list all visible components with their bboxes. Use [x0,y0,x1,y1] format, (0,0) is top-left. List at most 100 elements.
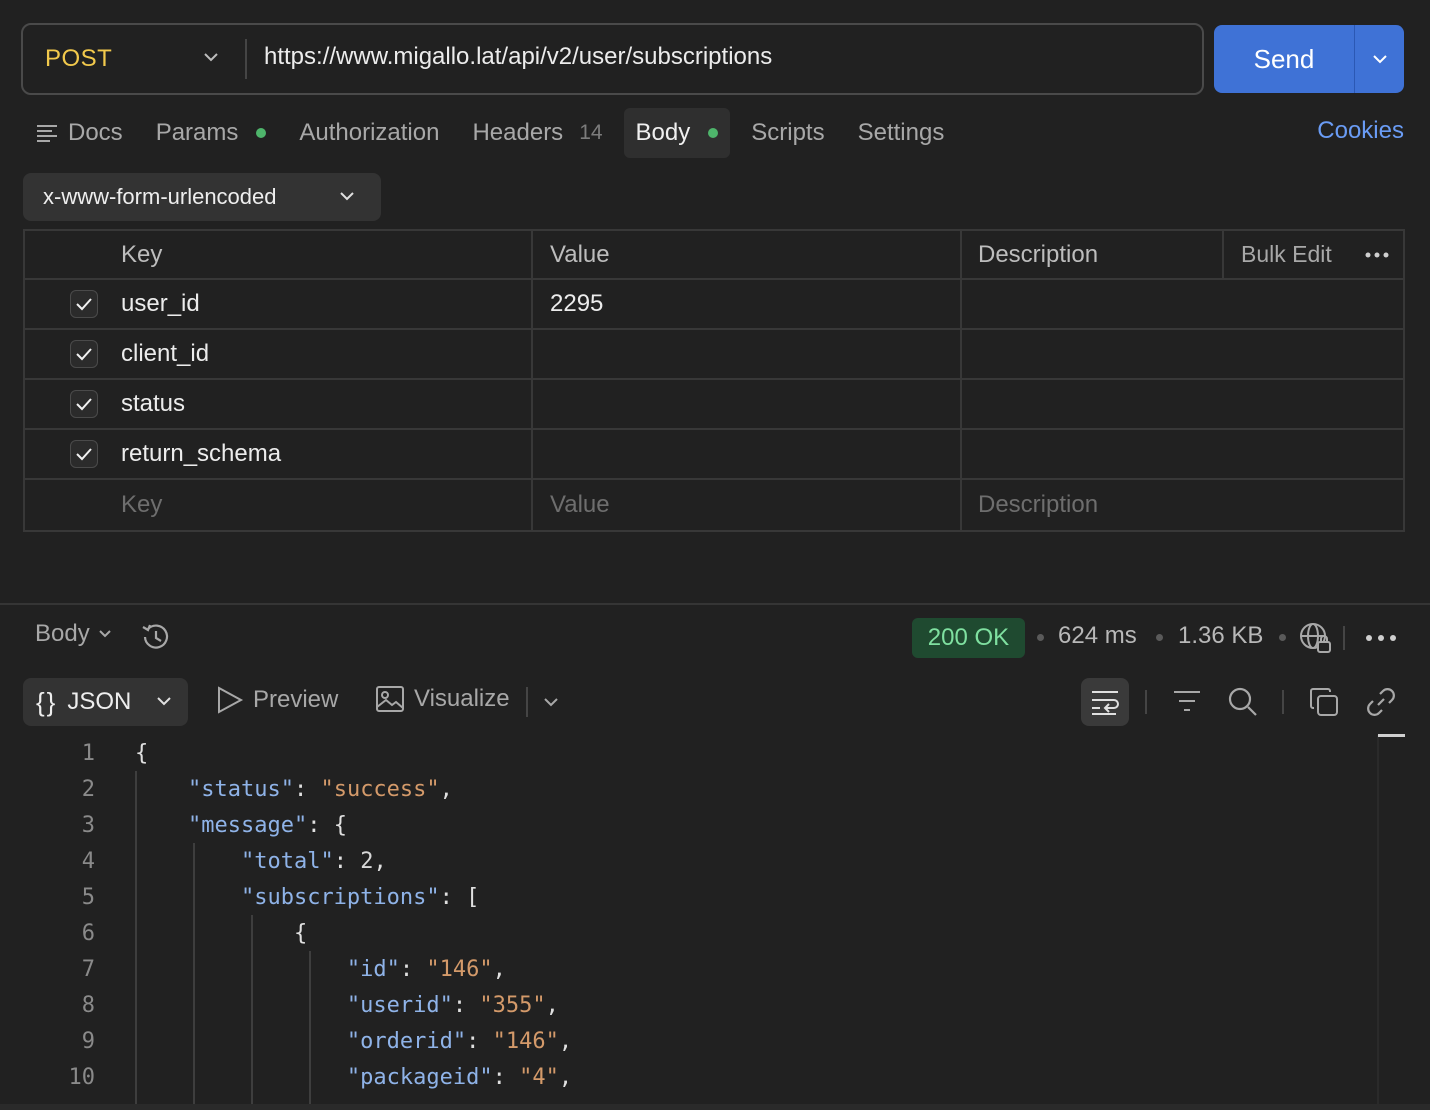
wrap-lines-button[interactable] [1081,678,1129,726]
scrollbar-thumb[interactable] [1378,734,1405,737]
json-punctuation: , [439,776,453,802]
json-punctuation: : [492,1064,520,1090]
description-cell[interactable] [962,430,1403,478]
json-punctuation: , [545,992,559,1018]
tab-docs[interactable]: Docs [24,108,135,158]
response-body-select[interactable]: Body [35,620,112,648]
code-text: "orderid": "146", [95,1029,572,1054]
tab-body[interactable]: Body [623,108,731,158]
status-dot [256,128,267,138]
link-icon[interactable] [1365,686,1397,718]
description-header: Description [962,231,1224,278]
line-number: 2 [81,776,95,802]
send-options-button[interactable] [1355,25,1404,93]
check-cell [25,280,121,328]
key-placeholder[interactable]: Key [121,480,533,530]
line-number: 4 [81,848,95,874]
line-number: 7 [81,956,95,982]
globe-lock-icon[interactable] [1298,621,1332,655]
preview-button[interactable]: Preview [216,685,338,715]
bulk-edit-button[interactable]: Bulk Edit [1241,241,1332,268]
method-select[interactable]: POST [23,25,245,93]
tab-headers[interactable]: Headers 14 [460,108,614,158]
key-cell[interactable]: return_schema [121,430,533,478]
request-tabs: Docs Params Authorization Headers 14 Bod… [24,108,965,158]
value-cell[interactable]: 2295 [533,280,962,328]
response-code-viewer[interactable]: 1{2 "status": "success", 3 "message": {4 … [0,735,1378,1105]
json-punctuation: : [ [439,884,480,910]
response-size[interactable]: 1.36 KB [1178,622,1263,650]
response-time[interactable]: 624 ms [1058,622,1137,650]
value-cell[interactable] [533,330,962,378]
json-number: 2 [360,848,374,874]
search-icon[interactable] [1227,686,1259,718]
more-options-icon[interactable] [1365,252,1389,258]
tab-params[interactable]: Params [144,108,279,158]
tab-authorization[interactable]: Authorization [287,108,451,158]
value-cell[interactable] [533,380,962,428]
tab-label: Settings [857,119,945,146]
code-line: 9 "orderid": "146", [0,1023,1378,1059]
history-icon[interactable] [139,620,173,654]
chevron-down-icon[interactable] [543,696,559,708]
filter-icon[interactable] [1172,689,1202,713]
tab-scripts[interactable]: Scripts [739,108,836,158]
json-key: "packageid" [346,1064,493,1090]
status-badge[interactable]: 200 OK [912,618,1025,658]
json-punctuation: , [492,956,506,982]
code-text: "status": "success", [95,777,453,802]
json-punctuation: , [373,848,387,874]
code-line: 4 "total": 2, [0,843,1378,879]
preview-label: Preview [253,686,339,713]
row-checkbox[interactable] [70,340,98,368]
code-text: "id": "146", [95,957,506,982]
value-placeholder[interactable]: Value [533,480,962,530]
table-row: user_id 2295 [25,280,1403,330]
json-punctuation: : { [307,812,347,838]
send-button[interactable]: Send [1214,25,1354,93]
code-line: 2 "status": "success", [0,771,1378,807]
chevron-down-icon [157,697,171,706]
key-cell[interactable]: user_id [121,280,533,328]
json-punctuation: { [293,920,308,946]
code-line: 6 { [0,915,1378,951]
json-punctuation: : [452,992,480,1018]
row-checkbox[interactable] [70,290,98,318]
description-placeholder[interactable]: Description [962,480,1403,530]
json-string: "146" [426,956,493,982]
json-punctuation: { [135,740,149,766]
pane-divider[interactable] [0,603,1430,605]
tab-label: Params [155,119,239,146]
description-cell[interactable] [962,280,1403,328]
code-text: "packageid": "4", [95,1065,572,1090]
format-select[interactable]: {} JSON [23,678,188,726]
description-cell[interactable] [962,330,1403,378]
json-punctuation: : [293,776,321,802]
visualize-label: Visualize [414,685,510,712]
url-input[interactable] [247,25,1202,93]
key-cell[interactable]: status [121,380,533,428]
checkmark-icon [76,448,92,461]
key-cell[interactable]: client_id [121,330,533,378]
cookies-link[interactable]: Cookies [1317,117,1404,145]
toolbar-separator [1343,626,1345,650]
row-checkbox[interactable] [70,390,98,418]
visualize-button[interactable]: Visualize [375,685,510,713]
description-cell[interactable] [962,380,1403,428]
table-row: return_schema [25,430,1403,480]
tab-settings[interactable]: Settings [846,108,957,158]
row-checkbox[interactable] [70,440,98,468]
body-type-select[interactable]: x-www-form-urlencoded [23,173,381,221]
json-string: "146" [492,1028,559,1054]
more-options-icon[interactable] [1365,634,1397,642]
code-text: "subscriptions": [ [95,885,479,910]
tab-label: Headers [472,119,564,146]
copy-icon[interactable] [1309,687,1339,717]
check-cell [25,480,121,530]
scrollbar-track[interactable] [1377,735,1379,1105]
value-cell[interactable] [533,430,962,478]
check-cell [25,330,121,378]
headers-count: 14 [579,121,603,144]
toolbar-separator [1282,690,1284,714]
key-header: Key [121,231,533,278]
